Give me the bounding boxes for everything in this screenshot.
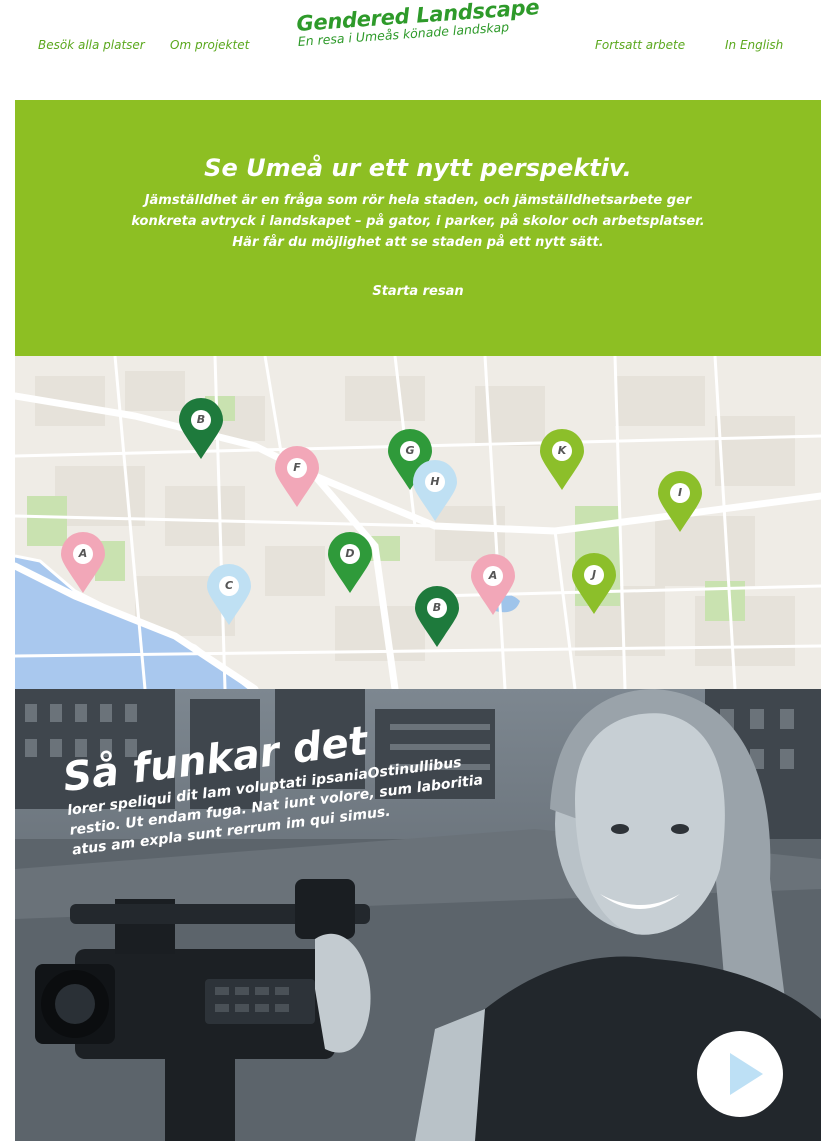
hero-text-line: konkreta avtryck i landskapet – på gator… [131, 214, 705, 229]
nav-continued-work[interactable]: Fortsatt arbete [595, 38, 685, 52]
map-pin-h[interactable]: H [412, 460, 458, 522]
map-pin-a-2[interactable]: A [470, 554, 516, 616]
pin-letter: C [219, 576, 239, 596]
map-pin-f[interactable]: F [274, 446, 320, 508]
pin-letter: B [427, 598, 447, 618]
map-pin-b-2[interactable]: B [414, 586, 460, 648]
site-header: Besök alla platser Om projektet Gendered… [0, 0, 821, 100]
how-it-works-video[interactable]: Så funkar det lorer speliqui dit lam vol… [15, 689, 821, 1141]
hero-text: Jämställdhet är en fråga som rör hela st… [75, 190, 761, 253]
map-pin-a[interactable]: A [60, 532, 106, 594]
hero-text-line: Jämställdhet är en fråga som rör hela st… [144, 193, 692, 208]
map-pin-j[interactable]: J [571, 553, 617, 615]
pin-letter: A [73, 544, 93, 564]
pin-letter: F [287, 458, 307, 478]
pin-letter: B [191, 410, 211, 430]
pin-letter: G [400, 441, 420, 461]
pin-letter: H [425, 472, 445, 492]
hero-title: Se Umeå ur ett nytt perspektiv. [204, 154, 632, 182]
pin-letter: D [340, 544, 360, 564]
map-pin-c[interactable]: C [206, 564, 252, 626]
city-map[interactable]: B F G H K I A D C A J B [15, 356, 821, 689]
site-logo[interactable]: Gendered Landscape En resa i Umeås könad… [296, 0, 541, 49]
pin-letter: A [483, 566, 503, 586]
play-button[interactable] [697, 1031, 783, 1117]
nav-visit-all-places[interactable]: Besök alla platser [38, 38, 145, 52]
nav-about-project[interactable]: Om projektet [170, 38, 249, 52]
map-pin-b[interactable]: B [178, 398, 224, 460]
map-pin-i[interactable]: I [657, 471, 703, 533]
play-icon [730, 1053, 763, 1095]
pin-letter: K [552, 441, 572, 461]
hero-banner: Se Umeå ur ett nytt perspektiv. Jämställ… [15, 100, 821, 356]
pin-letter: J [584, 565, 604, 585]
pin-letter: I [670, 483, 690, 503]
nav-in-english[interactable]: In English [725, 38, 783, 52]
map-pin-d[interactable]: D [327, 532, 373, 594]
start-journey-link[interactable]: Starta resan [15, 284, 821, 299]
hero-text-line: Här får du möjlighet att se staden på et… [232, 235, 604, 250]
map-pin-k[interactable]: K [539, 429, 585, 491]
